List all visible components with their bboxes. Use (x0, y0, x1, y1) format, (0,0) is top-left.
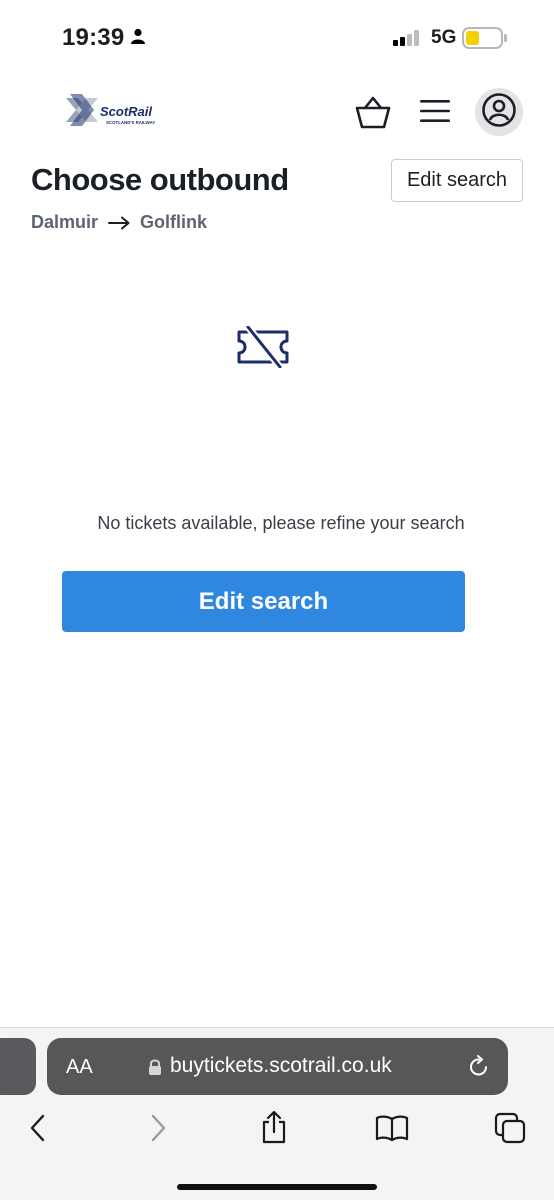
no-ticket-icon (236, 324, 290, 373)
status-time: 19:39 (62, 24, 125, 51)
network-type: 5G (431, 27, 457, 48)
share-icon[interactable] (260, 1110, 288, 1149)
route-destination: Golflink (140, 212, 208, 232)
user-icon (481, 92, 517, 133)
signal-icon (393, 30, 423, 51)
battery-icon (462, 27, 508, 54)
route-summary: Dalmuir Golflink (31, 212, 207, 233)
text-size-label: AA (66, 1056, 93, 1078)
page-title: Choose outbound (31, 162, 289, 197)
url-text[interactable]: buytickets.scotrail.co.uk (170, 1054, 392, 1078)
tabs-icon[interactable] (494, 1112, 526, 1149)
edit-search-button[interactable]: Edit search (391, 159, 523, 202)
scotrail-logo[interactable]: ScotRail SCOTLAND'S RAILWAY (64, 92, 164, 132)
lock-icon (148, 1058, 162, 1081)
edit-search-primary-button[interactable]: Edit search (62, 571, 465, 632)
hamburger-menu-icon[interactable] (419, 97, 451, 130)
logo-wordmark: ScotRail (100, 104, 152, 119)
account-button[interactable] (475, 88, 523, 136)
logo-tagline: SCOTLAND'S RAILWAY (106, 120, 155, 125)
forward-icon[interactable] (148, 1114, 168, 1147)
previous-tab-preview[interactable] (0, 1038, 36, 1095)
home-indicator (177, 1184, 377, 1190)
route-origin: Dalmuir (31, 212, 99, 232)
empty-state-message: No tickets available, please refine your… (97, 513, 465, 533)
arrow-right-icon (108, 216, 130, 230)
back-icon[interactable] (28, 1114, 48, 1147)
basket-icon[interactable] (354, 96, 392, 135)
page: 19:39 5G ScotRail SCOTLAND'S RAILWAY Cho… (0, 0, 554, 1200)
person-icon (130, 28, 146, 49)
text-size-button[interactable]: AA (66, 1056, 93, 1079)
reload-icon[interactable] (467, 1055, 491, 1084)
bookmarks-icon[interactable] (375, 1114, 409, 1147)
